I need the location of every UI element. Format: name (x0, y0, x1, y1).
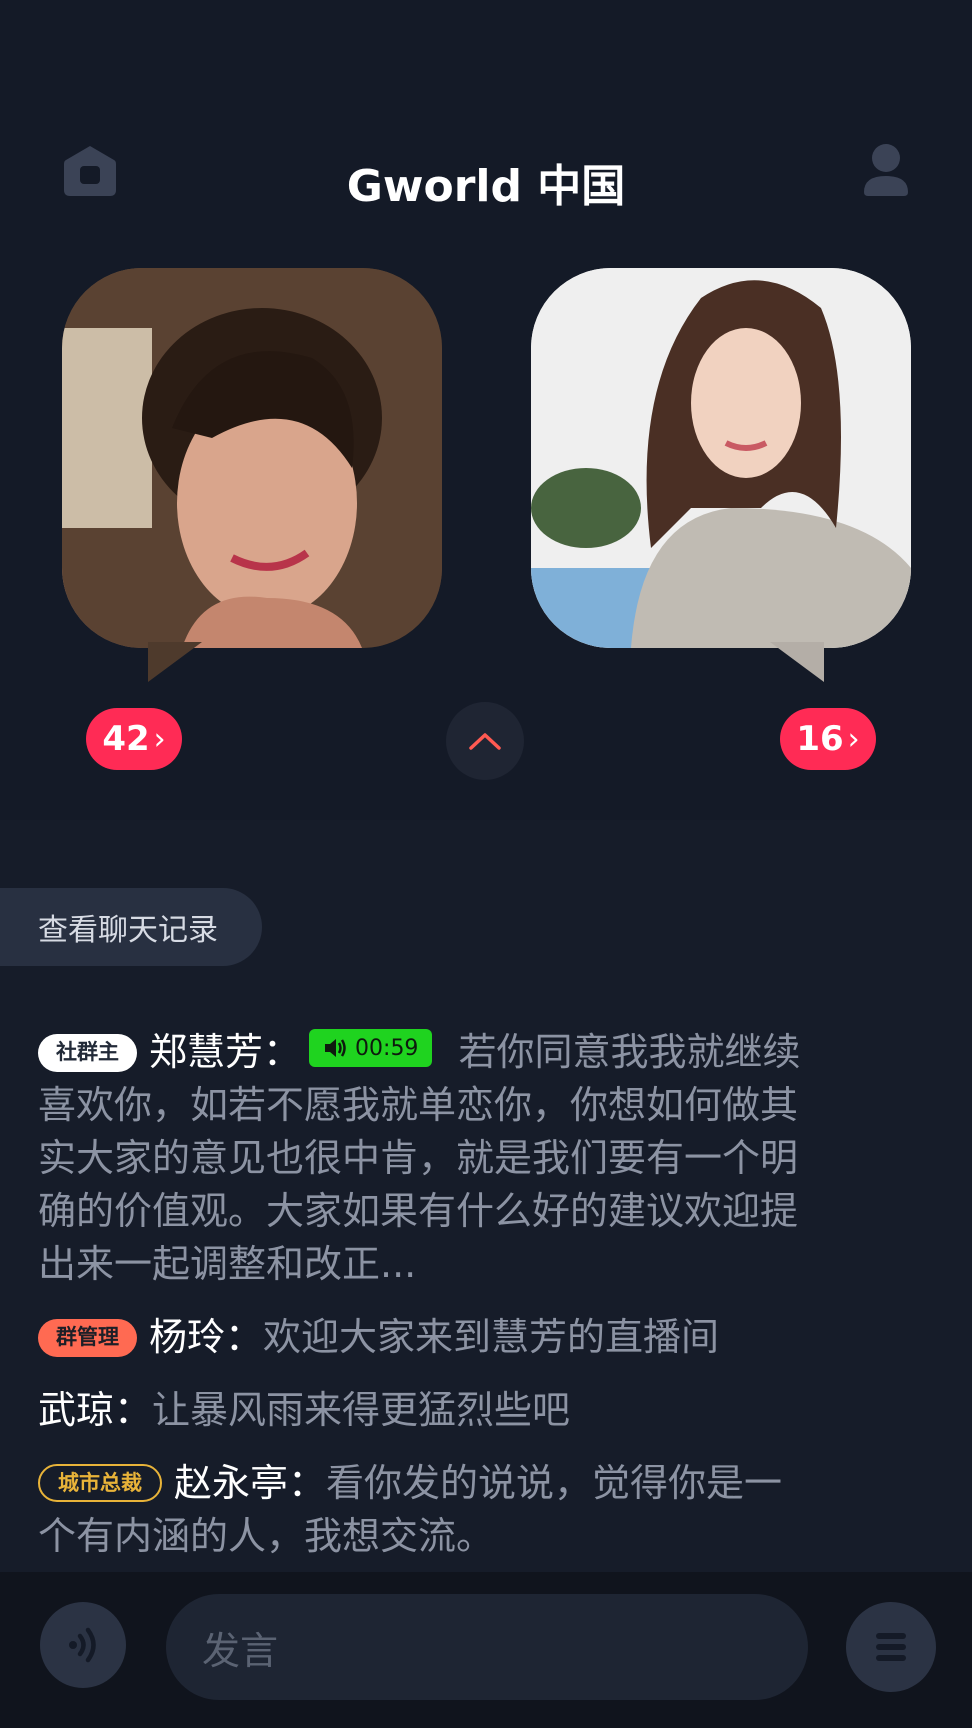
voice-message-button[interactable]: 00:59 (309, 1029, 433, 1067)
chat-list: 社群主 郑慧芳： 00:59 若你同意我我就继续喜欢你，如若不愿我就单恋你，你想如何做… (38, 1026, 818, 1583)
guest-speech-tail (770, 642, 824, 682)
sender-name[interactable]: 武琼 (38, 1388, 114, 1432)
chat-message: 城市总裁 赵永亭：看你发的说说，觉得你是一个有内涵的人，我想交流。 (38, 1457, 818, 1563)
role-tag-owner: 社群主 (38, 1034, 137, 1072)
profile-button[interactable] (862, 142, 910, 198)
menu-icon (876, 1633, 906, 1661)
name-separator: ： (263, 1030, 302, 1074)
guest-count: 16 (796, 719, 844, 759)
user-icon (864, 144, 908, 196)
view-chat-history-button[interactable]: 查看聊天记录 (0, 888, 262, 966)
composer-bar: 发言 (0, 1572, 972, 1728)
menu-button[interactable] (846, 1602, 936, 1692)
sender-name[interactable]: 郑慧芳 (149, 1030, 263, 1074)
host-avatar[interactable] (62, 268, 442, 648)
message-input[interactable]: 发言 (166, 1594, 808, 1700)
role-tag-admin: 群管理 (38, 1319, 137, 1357)
host-avatar-photo (62, 268, 442, 648)
chevron-right-icon: › (847, 721, 860, 757)
collapse-button[interactable] (446, 702, 524, 780)
guest-avatar-photo (531, 268, 911, 648)
guest-count-badge[interactable]: 16 › (780, 708, 876, 770)
name-separator: ： (114, 1388, 153, 1432)
chat-message: 群管理 杨玲：欢迎大家来到慧芳的直播间 (38, 1311, 818, 1364)
host-count: 42 (102, 719, 150, 759)
message-text: 欢迎大家来到慧芳的直播间 (263, 1315, 720, 1359)
message-text: 让暴风雨来得更猛烈些吧 (152, 1388, 571, 1432)
chat-message: 社群主 郑慧芳： 00:59 若你同意我我就继续喜欢你，如若不愿我就单恋你，你想如何做… (38, 1026, 818, 1291)
role-tag-city-president: 城市总裁 (38, 1464, 162, 1502)
stage-panel: Gworld 中国 42 › 16 › (0, 0, 972, 820)
sender-name[interactable]: 杨玲 (149, 1315, 225, 1359)
guest-avatar[interactable] (531, 268, 911, 648)
chevron-up-icon (469, 733, 501, 750)
chat-message: 武琼：让暴风雨来得更猛烈些吧 (38, 1384, 818, 1437)
page-title: Gworld 中国 (346, 161, 626, 212)
voice-input-button[interactable] (40, 1602, 126, 1688)
voice-wave-icon (69, 1627, 96, 1663)
speaker-icon (325, 1039, 346, 1057)
voice-duration: 00:59 (355, 1035, 419, 1061)
chevron-right-icon: › (153, 721, 166, 757)
name-separator: ： (225, 1315, 264, 1359)
sender-name[interactable]: 赵永亭 (174, 1461, 288, 1505)
host-count-badge[interactable]: 42 › (86, 708, 182, 770)
name-separator: ： (288, 1461, 327, 1505)
host-speech-tail (148, 642, 202, 682)
